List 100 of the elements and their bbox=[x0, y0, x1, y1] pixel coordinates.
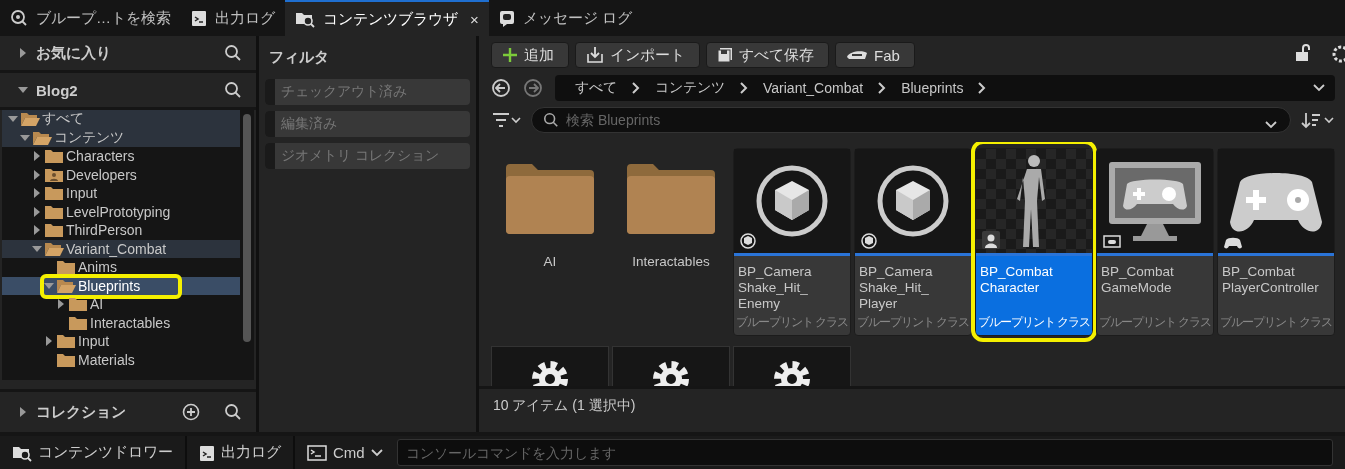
sort-icon[interactable] bbox=[1301, 111, 1335, 129]
folder-icon bbox=[56, 333, 76, 350]
toolbar-button[interactable]: 追加 bbox=[491, 42, 569, 68]
blueprint-search-icon bbox=[10, 9, 28, 27]
chevron-icon bbox=[631, 82, 641, 94]
fab-logo-icon bbox=[846, 49, 868, 61]
collapsed-arrow-icon[interactable] bbox=[32, 225, 42, 236]
collapsed-arrow-icon[interactable] bbox=[18, 407, 28, 417]
breadcrumb-item[interactable]: すべて bbox=[575, 79, 617, 97]
blueprint-tile[interactable]: BP_Camera Shake_Hit_ Enemy ブループリント クラス bbox=[733, 148, 851, 336]
caret-icon[interactable] bbox=[1313, 84, 1325, 92]
chevron-icon bbox=[877, 82, 888, 94]
search-icon bbox=[543, 112, 559, 128]
open-folder-icon bbox=[32, 129, 52, 146]
folder-tile[interactable]: Interactables bbox=[612, 148, 730, 336]
collapsed-arrow-icon[interactable] bbox=[32, 188, 42, 199]
folder-tree-item[interactable]: Developers bbox=[2, 165, 240, 184]
folder-icon bbox=[44, 185, 64, 202]
collapsed-arrow-icon[interactable] bbox=[32, 151, 42, 162]
folder-tree-item[interactable]: Materials bbox=[2, 350, 240, 369]
cube-in-circle-icon bbox=[754, 163, 830, 239]
caret-icon[interactable] bbox=[370, 448, 383, 457]
filter-icon[interactable] bbox=[491, 112, 521, 128]
expanded-arrow-icon[interactable] bbox=[32, 243, 42, 254]
person-badge-icon bbox=[982, 231, 1000, 249]
gamepad-badge-icon bbox=[1224, 237, 1242, 249]
cmd-dropdown[interactable]: Cmd bbox=[295, 436, 395, 469]
log-icon bbox=[199, 443, 215, 462]
folder-icon bbox=[56, 351, 76, 368]
person-folder-icon bbox=[44, 166, 64, 183]
favorites-header[interactable]: お気に入り bbox=[36, 43, 216, 63]
toolbar-button[interactable]: すべて保存 bbox=[706, 42, 829, 68]
tab[interactable]: メッセージ ログ bbox=[488, 0, 642, 36]
console-command-field[interactable]: コンソールコマンドを入力します bbox=[396, 439, 1333, 466]
folder-search-icon bbox=[295, 10, 315, 28]
open-folder-icon bbox=[56, 277, 76, 294]
blueprint-tile[interactable]: BP_Camera Shake_Hit_ Player ブループリント クラス bbox=[854, 148, 972, 336]
cube-badge-icon bbox=[740, 233, 756, 249]
tab[interactable]: コンテンツブラウザ × bbox=[285, 0, 489, 36]
collapsed-arrow-icon[interactable] bbox=[18, 48, 28, 58]
scrollbar[interactable] bbox=[242, 114, 251, 342]
folder-tree-item[interactable]: AI bbox=[2, 295, 240, 314]
expanded-arrow-icon[interactable] bbox=[44, 280, 54, 291]
breadcrumb-item[interactable]: Blueprints bbox=[901, 80, 964, 96]
cube-badge-icon bbox=[861, 233, 877, 249]
toolbar-button[interactable]: インポート bbox=[575, 42, 700, 68]
folder-tile[interactable]: AI bbox=[491, 148, 609, 336]
content-drawer-button[interactable]: コンテンツドロワー bbox=[0, 436, 187, 469]
chevron-icon bbox=[977, 82, 988, 94]
open-folder-icon bbox=[44, 240, 64, 257]
message-log-icon bbox=[498, 9, 515, 27]
search-icon[interactable] bbox=[223, 403, 242, 421]
folder-tree-item[interactable]: LevelPrototyping bbox=[2, 202, 240, 221]
search-icon[interactable] bbox=[223, 81, 242, 99]
project-header[interactable]: Blog2 bbox=[36, 81, 216, 99]
output-log-button[interactable]: 出力ログ bbox=[187, 436, 295, 469]
tab[interactable]: ブループ…トを検索 bbox=[0, 0, 181, 36]
terminal-icon bbox=[307, 444, 327, 461]
tab[interactable]: 出力ログ bbox=[181, 0, 285, 36]
chevron-icon bbox=[739, 82, 749, 94]
add-circle-icon[interactable] bbox=[181, 403, 200, 421]
unlocked-padlock-icon[interactable] bbox=[1295, 44, 1311, 62]
folder-icon bbox=[44, 203, 64, 220]
folder-tree-item[interactable]: Characters bbox=[2, 147, 240, 166]
blueprint-tile[interactable]: BP_Combat GameMode ブループリント クラス bbox=[1096, 148, 1214, 336]
folder-tree-item[interactable]: Input bbox=[2, 332, 240, 351]
monitor-badge-icon bbox=[1103, 235, 1121, 249]
expanded-arrow-icon[interactable] bbox=[18, 85, 28, 95]
close-icon[interactable]: × bbox=[470, 10, 479, 28]
filters-title: フィルタ bbox=[267, 47, 330, 67]
blueprint-tile[interactable]: BP_Combat Character ブループリント クラス bbox=[975, 148, 1093, 336]
plus-icon bbox=[502, 47, 518, 63]
folder-icon bbox=[68, 314, 88, 331]
search-field[interactable]: 検索 Blueprints bbox=[531, 107, 1291, 133]
collapsed-arrow-icon[interactable] bbox=[32, 169, 42, 180]
collapsed-arrow-icon[interactable] bbox=[56, 299, 66, 310]
log-icon bbox=[191, 9, 207, 27]
search-icon[interactable] bbox=[223, 44, 242, 62]
folder-tree-item[interactable]: Anims bbox=[2, 258, 240, 277]
collapsed-arrow-icon[interactable] bbox=[44, 336, 54, 347]
folder-tree-item[interactable]: Blueprints bbox=[2, 276, 240, 295]
folder-tree-item[interactable]: Interactables bbox=[2, 313, 240, 332]
breadcrumb-item[interactable]: コンテンツ bbox=[655, 79, 725, 97]
import-icon bbox=[586, 46, 604, 64]
caret-icon[interactable] bbox=[1265, 121, 1277, 129]
blueprint-tile[interactable]: BP_Combat PlayerController ブループリント クラス bbox=[1217, 148, 1335, 336]
toolbar-button[interactable]: Fab bbox=[835, 42, 915, 68]
folder-icon bbox=[625, 162, 717, 236]
folder-tree-item[interactable]: すべて bbox=[2, 110, 240, 129]
collections-header[interactable]: コレクション bbox=[36, 402, 174, 422]
folder-icon bbox=[504, 162, 596, 236]
collapsed-arrow-icon[interactable] bbox=[32, 206, 42, 217]
folder-tree-item[interactable]: Input bbox=[2, 184, 240, 203]
folder-tree-item[interactable]: ThirdPerson bbox=[2, 221, 240, 240]
expanded-arrow-icon[interactable] bbox=[20, 132, 30, 143]
folder-tree-item[interactable]: Variant_Combat bbox=[2, 239, 240, 258]
item-count-status: 10 アイテム (1 選択中) bbox=[479, 386, 1345, 423]
breadcrumb-item[interactable]: Variant_Combat bbox=[763, 80, 864, 96]
save-icon bbox=[717, 47, 733, 63]
open-folder-icon bbox=[20, 111, 40, 128]
